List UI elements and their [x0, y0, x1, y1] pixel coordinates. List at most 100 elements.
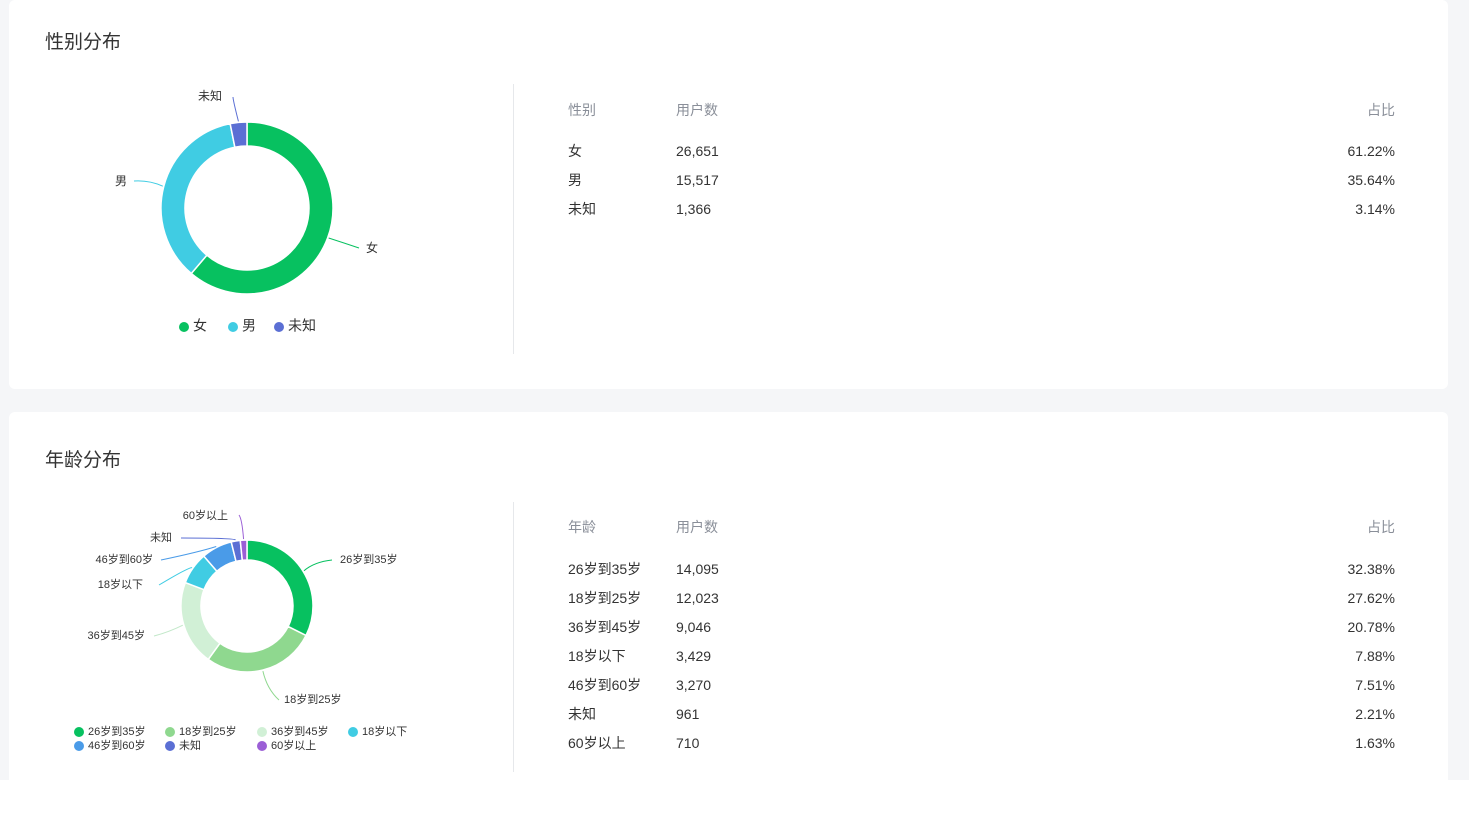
row-user-count: 9,046: [676, 619, 712, 635]
slice-label-2: 未知: [198, 89, 222, 103]
row-user-count: 3,429: [676, 648, 712, 664]
legend-label-1[interactable]: 男: [242, 318, 256, 334]
legend-label-4[interactable]: 46岁到60岁: [88, 738, 145, 752]
legend-label-5[interactable]: 未知: [179, 738, 201, 752]
row-ratio: 32.38%: [1347, 561, 1395, 577]
header-users: 用户数: [676, 519, 718, 535]
donut-slice-2[interactable]: [180, 581, 222, 661]
leader-line-0: [328, 237, 360, 249]
row-user-count: 1,366: [676, 201, 712, 217]
row-category: 18岁到25岁: [568, 590, 642, 606]
age-table: 年龄 用户数 占比 26岁到35岁 14,095 32.38% 18岁到25岁 12,0…: [568, 513, 1395, 758]
slice-label-4: 46岁到60岁: [96, 552, 153, 566]
gender-table-header: 性别 用户数 占比: [568, 96, 1395, 125]
legend-label-0[interactable]: 女: [193, 318, 207, 334]
age-table-row: 18岁以下 3,429 7.88%: [568, 642, 1395, 671]
age-distribution-card: 年龄分布 26岁到35岁 18岁到25岁 36岁到45岁 18岁以下 46岁到60岁 未知…: [9, 412, 1448, 780]
row-category: 36岁到45岁: [568, 619, 642, 635]
gender-table-row: 男 15,517 35.64%: [568, 166, 1395, 195]
legend-label-1[interactable]: 18岁到25岁: [179, 724, 236, 738]
gender-donut-chart: 女男未知女男未知: [115, 89, 378, 334]
row-category: 未知: [568, 706, 596, 722]
legend-label-2[interactable]: 未知: [288, 318, 316, 334]
slice-label-0: 女: [366, 240, 378, 255]
header-ratio: 占比: [1367, 102, 1395, 118]
age-table-row: 18岁到25岁 12,023 27.62%: [568, 584, 1395, 613]
age-table-row: 60岁以上 710 1.63%: [568, 729, 1395, 758]
legend-marker-1[interactable]: [165, 727, 175, 737]
header-ratio: 占比: [1367, 519, 1395, 535]
row-ratio: 3.14%: [1355, 201, 1395, 217]
row-ratio: 7.51%: [1355, 677, 1395, 693]
row-ratio: 35.64%: [1347, 172, 1395, 188]
row-user-count: 3,270: [676, 677, 712, 693]
legend-marker-2[interactable]: [257, 727, 267, 737]
legend-marker-2[interactable]: [274, 322, 284, 332]
slice-label-3: 18岁以下: [98, 577, 143, 591]
row-category: 26岁到35岁: [568, 561, 642, 577]
legend-marker-6[interactable]: [257, 741, 267, 751]
row-ratio: 7.88%: [1355, 648, 1395, 664]
leader-line-5: [180, 537, 236, 541]
age-donut-chart: 26岁到35岁18岁到25岁36岁到45岁18岁以下46岁到60岁未知60岁以上…: [74, 508, 407, 752]
header-users: 用户数: [676, 102, 718, 118]
gender-divider: [513, 84, 514, 354]
row-user-count: 26,651: [676, 143, 719, 159]
gender-table: 性别 用户数 占比 女 26,651 61.22% 男 15,517 35.64% 未知 1,…: [568, 96, 1395, 224]
header-age: 年龄: [568, 519, 596, 535]
header-gender: 性别: [568, 102, 596, 118]
age-table-row: 46岁到60岁 3,270 7.51%: [568, 671, 1395, 700]
legend-marker-4[interactable]: [74, 741, 84, 751]
slice-label-1: 男: [115, 174, 127, 188]
donut-slice-0[interactable]: [246, 539, 314, 637]
legend-label-0[interactable]: 26岁到35岁: [88, 724, 145, 738]
bottom-area: [0, 780, 1469, 827]
legend-marker-0[interactable]: [179, 322, 189, 332]
legend-label-3[interactable]: 18岁以下: [362, 724, 407, 738]
legend-marker-3[interactable]: [348, 727, 358, 737]
leader-line-2: [232, 96, 239, 122]
slice-label-5: 未知: [150, 530, 172, 544]
row-category: 60岁以上: [568, 735, 626, 751]
legend-label-6[interactable]: 60岁以上: [271, 738, 316, 752]
donut-slice-1[interactable]: [160, 122, 236, 275]
row-user-count: 15,517: [676, 172, 719, 188]
donut-slice-1[interactable]: [207, 625, 308, 673]
row-category: 男: [568, 172, 582, 188]
row-ratio: 27.62%: [1347, 590, 1395, 606]
slice-label-2: 36岁到45岁: [88, 628, 145, 642]
legend-marker-1[interactable]: [228, 322, 238, 332]
legend-marker-0[interactable]: [74, 727, 84, 737]
age-table-body: 26岁到35岁 14,095 32.38% 18岁到25岁 12,023 27.62% 36…: [568, 555, 1395, 758]
gender-table-body: 女 26,651 61.22% 男 15,517 35.64% 未知 1,366 3.14%: [568, 137, 1395, 224]
row-user-count: 12,023: [676, 590, 719, 606]
row-user-count: 710: [676, 735, 700, 751]
leader-line-6: [238, 514, 245, 540]
row-category: 46岁到60岁: [568, 677, 642, 693]
donut-slice-6[interactable]: [239, 539, 248, 562]
leader-line-1: [262, 670, 280, 701]
leader-line-1: [133, 180, 163, 187]
row-category: 女: [568, 143, 582, 159]
age-table-row: 未知 961 2.21%: [568, 700, 1395, 729]
slice-label-6: 60岁以上: [183, 508, 228, 522]
row-ratio: 20.78%: [1347, 619, 1395, 635]
leader-line-2: [153, 624, 184, 637]
slice-label-0: 26岁到35岁: [340, 552, 397, 566]
gender-table-row: 女 26,651 61.22%: [568, 137, 1395, 166]
row-ratio: 61.22%: [1347, 143, 1395, 159]
row-ratio: 2.21%: [1355, 706, 1395, 722]
gender-distribution-card: 性别分布 女男未知女男未知 性别 用户数 占比 女 26,651 61.22% 男 15…: [9, 0, 1448, 389]
age-divider: [513, 502, 514, 772]
leader-line-0: [303, 559, 333, 572]
row-category: 未知: [568, 201, 596, 217]
gender-table-row: 未知 1,366 3.14%: [568, 195, 1395, 224]
legend-label-2[interactable]: 36岁到45岁: [271, 724, 328, 738]
age-table-header: 年龄 用户数 占比: [568, 513, 1395, 542]
row-category: 18岁以下: [568, 648, 626, 664]
age-table-row: 26岁到35岁 14,095 32.38%: [568, 555, 1395, 584]
row-user-count: 14,095: [676, 561, 719, 577]
legend-marker-5[interactable]: [165, 741, 175, 751]
slice-label-1: 18岁到25岁: [284, 692, 341, 706]
row-ratio: 1.63%: [1355, 735, 1395, 751]
